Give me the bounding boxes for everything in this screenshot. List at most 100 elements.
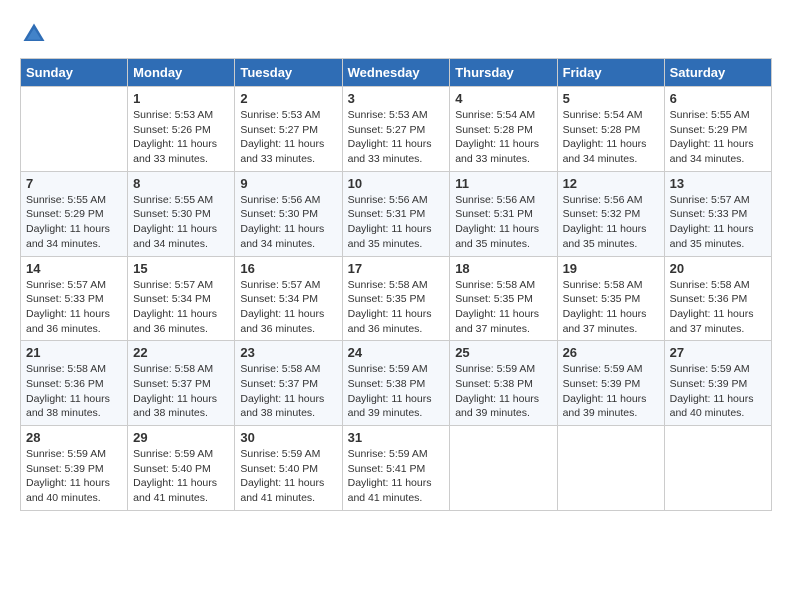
cell-info: Sunrise: 5:56 AMSunset: 5:30 PMDaylight:… <box>240 193 336 252</box>
calendar-cell: 28 Sunrise: 5:59 AMSunset: 5:39 PMDaylig… <box>21 426 128 511</box>
day-number: 21 <box>26 345 122 360</box>
day-number: 25 <box>455 345 551 360</box>
cell-info: Sunrise: 5:58 AMSunset: 5:36 PMDaylight:… <box>26 362 122 421</box>
weekday-header: Sunday <box>21 59 128 87</box>
day-number: 9 <box>240 176 336 191</box>
cell-info: Sunrise: 5:58 AMSunset: 5:35 PMDaylight:… <box>455 278 551 337</box>
cell-info: Sunrise: 5:56 AMSunset: 5:31 PMDaylight:… <box>348 193 445 252</box>
calendar-cell: 21 Sunrise: 5:58 AMSunset: 5:36 PMDaylig… <box>21 341 128 426</box>
calendar-week-row: 1 Sunrise: 5:53 AMSunset: 5:26 PMDayligh… <box>21 87 772 172</box>
cell-info: Sunrise: 5:57 AMSunset: 5:34 PMDaylight:… <box>133 278 229 337</box>
calendar-cell: 7 Sunrise: 5:55 AMSunset: 5:29 PMDayligh… <box>21 171 128 256</box>
cell-info: Sunrise: 5:59 AMSunset: 5:39 PMDaylight:… <box>26 447 122 506</box>
day-number: 10 <box>348 176 445 191</box>
weekday-header: Thursday <box>450 59 557 87</box>
page-header <box>20 20 772 48</box>
day-number: 23 <box>240 345 336 360</box>
day-number: 12 <box>563 176 659 191</box>
calendar-cell: 6 Sunrise: 5:55 AMSunset: 5:29 PMDayligh… <box>664 87 771 172</box>
calendar-cell: 19 Sunrise: 5:58 AMSunset: 5:35 PMDaylig… <box>557 256 664 341</box>
calendar-cell: 18 Sunrise: 5:58 AMSunset: 5:35 PMDaylig… <box>450 256 557 341</box>
calendar-cell: 25 Sunrise: 5:59 AMSunset: 5:38 PMDaylig… <box>450 341 557 426</box>
day-number: 11 <box>455 176 551 191</box>
cell-info: Sunrise: 5:59 AMSunset: 5:39 PMDaylight:… <box>670 362 766 421</box>
calendar-cell: 13 Sunrise: 5:57 AMSunset: 5:33 PMDaylig… <box>664 171 771 256</box>
calendar-cell: 23 Sunrise: 5:58 AMSunset: 5:37 PMDaylig… <box>235 341 342 426</box>
day-number: 1 <box>133 91 229 106</box>
calendar-cell: 17 Sunrise: 5:58 AMSunset: 5:35 PMDaylig… <box>342 256 450 341</box>
day-number: 5 <box>563 91 659 106</box>
cell-info: Sunrise: 5:59 AMSunset: 5:41 PMDaylight:… <box>348 447 445 506</box>
cell-info: Sunrise: 5:59 AMSunset: 5:38 PMDaylight:… <box>348 362 445 421</box>
calendar-table: SundayMondayTuesdayWednesdayThursdayFrid… <box>20 58 772 511</box>
cell-info: Sunrise: 5:58 AMSunset: 5:35 PMDaylight:… <box>563 278 659 337</box>
day-number: 22 <box>133 345 229 360</box>
calendar-cell: 4 Sunrise: 5:54 AMSunset: 5:28 PMDayligh… <box>450 87 557 172</box>
cell-info: Sunrise: 5:53 AMSunset: 5:27 PMDaylight:… <box>348 108 445 167</box>
weekday-header: Wednesday <box>342 59 450 87</box>
day-number: 4 <box>455 91 551 106</box>
calendar-cell: 10 Sunrise: 5:56 AMSunset: 5:31 PMDaylig… <box>342 171 450 256</box>
weekday-header: Monday <box>128 59 235 87</box>
calendar-cell <box>557 426 664 511</box>
calendar-cell <box>21 87 128 172</box>
logo <box>20 20 50 48</box>
cell-info: Sunrise: 5:58 AMSunset: 5:35 PMDaylight:… <box>348 278 445 337</box>
calendar-cell: 11 Sunrise: 5:56 AMSunset: 5:31 PMDaylig… <box>450 171 557 256</box>
calendar-week-row: 28 Sunrise: 5:59 AMSunset: 5:39 PMDaylig… <box>21 426 772 511</box>
calendar-cell: 29 Sunrise: 5:59 AMSunset: 5:40 PMDaylig… <box>128 426 235 511</box>
cell-info: Sunrise: 5:54 AMSunset: 5:28 PMDaylight:… <box>563 108 659 167</box>
calendar-cell: 24 Sunrise: 5:59 AMSunset: 5:38 PMDaylig… <box>342 341 450 426</box>
day-number: 31 <box>348 430 445 445</box>
weekday-header: Tuesday <box>235 59 342 87</box>
day-number: 28 <box>26 430 122 445</box>
logo-icon <box>20 20 48 48</box>
cell-info: Sunrise: 5:55 AMSunset: 5:29 PMDaylight:… <box>670 108 766 167</box>
calendar-week-row: 7 Sunrise: 5:55 AMSunset: 5:29 PMDayligh… <box>21 171 772 256</box>
cell-info: Sunrise: 5:56 AMSunset: 5:31 PMDaylight:… <box>455 193 551 252</box>
day-number: 15 <box>133 261 229 276</box>
calendar-cell: 31 Sunrise: 5:59 AMSunset: 5:41 PMDaylig… <box>342 426 450 511</box>
day-number: 3 <box>348 91 445 106</box>
calendar-cell: 3 Sunrise: 5:53 AMSunset: 5:27 PMDayligh… <box>342 87 450 172</box>
calendar-cell: 26 Sunrise: 5:59 AMSunset: 5:39 PMDaylig… <box>557 341 664 426</box>
day-number: 27 <box>670 345 766 360</box>
calendar-cell: 22 Sunrise: 5:58 AMSunset: 5:37 PMDaylig… <box>128 341 235 426</box>
cell-info: Sunrise: 5:56 AMSunset: 5:32 PMDaylight:… <box>563 193 659 252</box>
calendar-cell <box>664 426 771 511</box>
calendar-week-row: 21 Sunrise: 5:58 AMSunset: 5:36 PMDaylig… <box>21 341 772 426</box>
day-number: 30 <box>240 430 336 445</box>
calendar-cell: 1 Sunrise: 5:53 AMSunset: 5:26 PMDayligh… <box>128 87 235 172</box>
calendar-week-row: 14 Sunrise: 5:57 AMSunset: 5:33 PMDaylig… <box>21 256 772 341</box>
day-number: 20 <box>670 261 766 276</box>
cell-info: Sunrise: 5:54 AMSunset: 5:28 PMDaylight:… <box>455 108 551 167</box>
cell-info: Sunrise: 5:59 AMSunset: 5:40 PMDaylight:… <box>133 447 229 506</box>
weekday-header: Friday <box>557 59 664 87</box>
cell-info: Sunrise: 5:58 AMSunset: 5:37 PMDaylight:… <box>133 362 229 421</box>
day-number: 26 <box>563 345 659 360</box>
cell-info: Sunrise: 5:53 AMSunset: 5:26 PMDaylight:… <box>133 108 229 167</box>
cell-info: Sunrise: 5:55 AMSunset: 5:29 PMDaylight:… <box>26 193 122 252</box>
calendar-cell: 9 Sunrise: 5:56 AMSunset: 5:30 PMDayligh… <box>235 171 342 256</box>
calendar-cell: 16 Sunrise: 5:57 AMSunset: 5:34 PMDaylig… <box>235 256 342 341</box>
cell-info: Sunrise: 5:57 AMSunset: 5:33 PMDaylight:… <box>26 278 122 337</box>
weekday-header: Saturday <box>664 59 771 87</box>
calendar-cell: 15 Sunrise: 5:57 AMSunset: 5:34 PMDaylig… <box>128 256 235 341</box>
cell-info: Sunrise: 5:58 AMSunset: 5:36 PMDaylight:… <box>670 278 766 337</box>
cell-info: Sunrise: 5:59 AMSunset: 5:38 PMDaylight:… <box>455 362 551 421</box>
day-number: 18 <box>455 261 551 276</box>
day-number: 29 <box>133 430 229 445</box>
calendar-cell: 20 Sunrise: 5:58 AMSunset: 5:36 PMDaylig… <box>664 256 771 341</box>
day-number: 6 <box>670 91 766 106</box>
cell-info: Sunrise: 5:57 AMSunset: 5:34 PMDaylight:… <box>240 278 336 337</box>
cell-info: Sunrise: 5:53 AMSunset: 5:27 PMDaylight:… <box>240 108 336 167</box>
day-number: 19 <box>563 261 659 276</box>
calendar-cell: 30 Sunrise: 5:59 AMSunset: 5:40 PMDaylig… <box>235 426 342 511</box>
calendar-cell: 8 Sunrise: 5:55 AMSunset: 5:30 PMDayligh… <box>128 171 235 256</box>
cell-info: Sunrise: 5:59 AMSunset: 5:39 PMDaylight:… <box>563 362 659 421</box>
cell-info: Sunrise: 5:55 AMSunset: 5:30 PMDaylight:… <box>133 193 229 252</box>
day-number: 8 <box>133 176 229 191</box>
day-number: 7 <box>26 176 122 191</box>
calendar-cell <box>450 426 557 511</box>
day-number: 14 <box>26 261 122 276</box>
